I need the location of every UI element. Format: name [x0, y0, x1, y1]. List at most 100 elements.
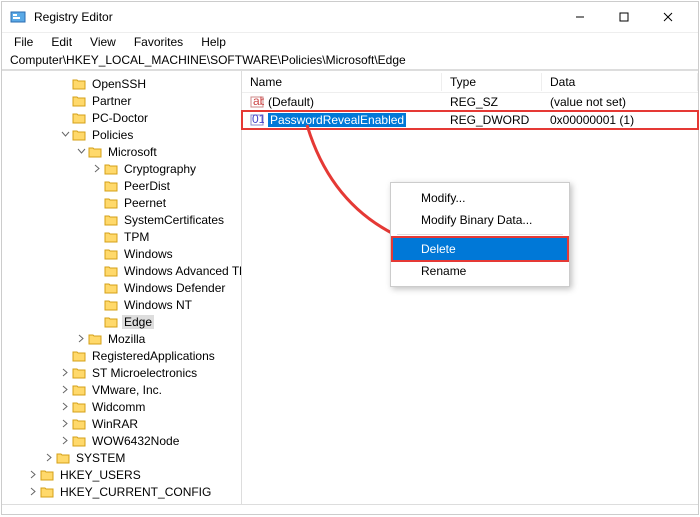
expand-icon[interactable] — [74, 332, 88, 346]
tree-item-windows_advanced[interactable]: Windows Advanced Threat Protection — [2, 262, 241, 279]
tree-item-system[interactable]: SYSTEM — [2, 449, 241, 466]
expand-icon[interactable] — [42, 451, 56, 465]
folder-icon — [104, 316, 118, 328]
folder-icon — [72, 78, 86, 90]
folder-icon — [104, 231, 118, 243]
menu-edit[interactable]: Edit — [43, 33, 80, 51]
close-button[interactable] — [646, 2, 690, 32]
tree-item-tpm[interactable]: TPM — [2, 228, 241, 245]
tree-spacer — [58, 94, 72, 108]
column-type[interactable]: Type — [442, 73, 542, 91]
expand-icon[interactable] — [26, 468, 40, 482]
tree-spacer — [90, 264, 104, 278]
menu-favorites[interactable]: Favorites — [126, 33, 191, 51]
string-value-icon: ab — [250, 95, 264, 109]
tree-pane[interactable]: OpenSSHPartner PC-DoctorPolicies Microsoft… — [2, 71, 242, 504]
tree-spacer — [90, 196, 104, 210]
menu-modify-binary[interactable]: Modify Binary Data... — [393, 209, 567, 231]
column-data[interactable]: Data — [542, 73, 698, 91]
folder-icon — [88, 146, 102, 158]
tree-item-registeredapps[interactable]: RegisteredApplications — [2, 347, 241, 364]
maximize-button[interactable] — [602, 2, 646, 32]
tree-item-winrar[interactable]: WinRAR — [2, 415, 241, 432]
tree-item-partner[interactable]: Partner — [2, 92, 241, 109]
tree-item-microsoft[interactable]: Microsoft — [2, 143, 241, 160]
tree-label: VMware, Inc. — [90, 383, 164, 397]
tree-item-systemcertificates[interactable]: SystemCertificates — [2, 211, 241, 228]
folder-icon — [88, 333, 102, 345]
tree-item-edge[interactable]: Edge — [2, 313, 241, 330]
tree-item-mozilla[interactable]: Mozilla — [2, 330, 241, 347]
address-bar[interactable]: Computer\HKEY_LOCAL_MACHINE\SOFTWARE\Pol… — [2, 51, 698, 70]
value-row-selected[interactable]: 011 PasswordRevealEnabled REG_DWORD 0x00… — [242, 111, 698, 129]
tree-item-hkcurrent[interactable]: HKEY_CURRENT_CONFIG — [2, 483, 241, 500]
tree-spacer — [90, 281, 104, 295]
tree-label: RegisteredApplications — [90, 349, 217, 363]
tree-item-widcomm[interactable]: Widcomm — [2, 398, 241, 415]
menu-delete[interactable]: Delete — [393, 238, 567, 260]
folder-icon — [104, 214, 118, 226]
tree-item-policies[interactable]: Policies — [2, 126, 241, 143]
folder-icon — [72, 401, 86, 413]
tree-item-hkusers[interactable]: HKEY_USERS — [2, 466, 241, 483]
collapse-icon[interactable] — [58, 128, 72, 142]
menu-file[interactable]: File — [6, 33, 41, 51]
expand-icon[interactable] — [58, 400, 72, 414]
tree-label: Mozilla — [106, 332, 147, 346]
tree-label: TPM — [122, 230, 151, 244]
tree-spacer — [58, 111, 72, 125]
tree-item-windows[interactable]: Windows — [2, 245, 241, 262]
collapse-icon[interactable] — [74, 145, 88, 159]
tree-label: OpenSSH — [90, 77, 148, 91]
tree-item-openssh[interactable]: OpenSSH — [2, 75, 241, 92]
expand-icon[interactable] — [58, 434, 72, 448]
tree-label: ST Microelectronics — [90, 366, 199, 380]
folder-icon — [104, 197, 118, 209]
menu-modify[interactable]: Modify... — [393, 187, 567, 209]
context-menu: Modify... Modify Binary Data... Delete R… — [390, 182, 570, 287]
folder-icon — [40, 469, 54, 481]
tree-item-vmware[interactable]: VMware, Inc. — [2, 381, 241, 398]
tree-spacer — [90, 213, 104, 227]
tree-label: Windows Advanced Threat Protection — [122, 264, 242, 278]
expand-icon[interactable] — [26, 485, 40, 499]
tree-spacer — [90, 298, 104, 312]
folder-icon — [72, 435, 86, 447]
expand-icon[interactable] — [58, 417, 72, 431]
column-name[interactable]: Name — [242, 73, 442, 91]
expand-icon[interactable] — [58, 383, 72, 397]
menu-rename[interactable]: Rename — [393, 260, 567, 282]
tree-item-pcdoctor[interactable]: PC-Doctor — [2, 109, 241, 126]
tree-item-peernet[interactable]: Peernet — [2, 194, 241, 211]
tree-spacer — [90, 230, 104, 244]
list-pane[interactable]: Name Type Data ab (Default) REG_SZ (valu… — [242, 71, 698, 504]
menu-view[interactable]: View — [82, 33, 124, 51]
dword-value-icon: 011 — [250, 113, 264, 127]
folder-icon — [72, 384, 86, 396]
tree-item-windows_defender[interactable]: Windows Defender — [2, 279, 241, 296]
tree-label: SYSTEM — [74, 451, 127, 465]
expand-icon[interactable] — [58, 366, 72, 380]
tree-spacer — [58, 349, 72, 363]
expand-icon[interactable] — [90, 162, 104, 176]
menu-help[interactable]: Help — [193, 33, 234, 51]
tree-label: Edge — [122, 315, 154, 329]
folder-icon — [104, 248, 118, 260]
registry-editor-window: Registry Editor File Edit View Favorites… — [1, 1, 699, 515]
tree-label: Microsoft — [106, 145, 159, 159]
menu-separator — [397, 234, 563, 235]
tree-item-wow64[interactable]: WOW6432Node — [2, 432, 241, 449]
status-bar — [2, 504, 698, 514]
minimize-button[interactable] — [558, 2, 602, 32]
tree-item-peerdist[interactable]: PeerDist — [2, 177, 241, 194]
tree-item-cryptography[interactable]: Cryptography — [2, 160, 241, 177]
tree-spacer — [90, 179, 104, 193]
tree-item-stmicro[interactable]: ST Microelectronics — [2, 364, 241, 381]
folder-icon — [104, 265, 118, 277]
tree-label: Cryptography — [122, 162, 198, 176]
tree-label: PC-Doctor — [90, 111, 150, 125]
value-type: REG_SZ — [442, 95, 542, 109]
window-title: Registry Editor — [34, 10, 558, 24]
value-row[interactable]: ab (Default) REG_SZ (value not set) — [242, 93, 698, 111]
tree-item-windows_nt[interactable]: Windows NT — [2, 296, 241, 313]
